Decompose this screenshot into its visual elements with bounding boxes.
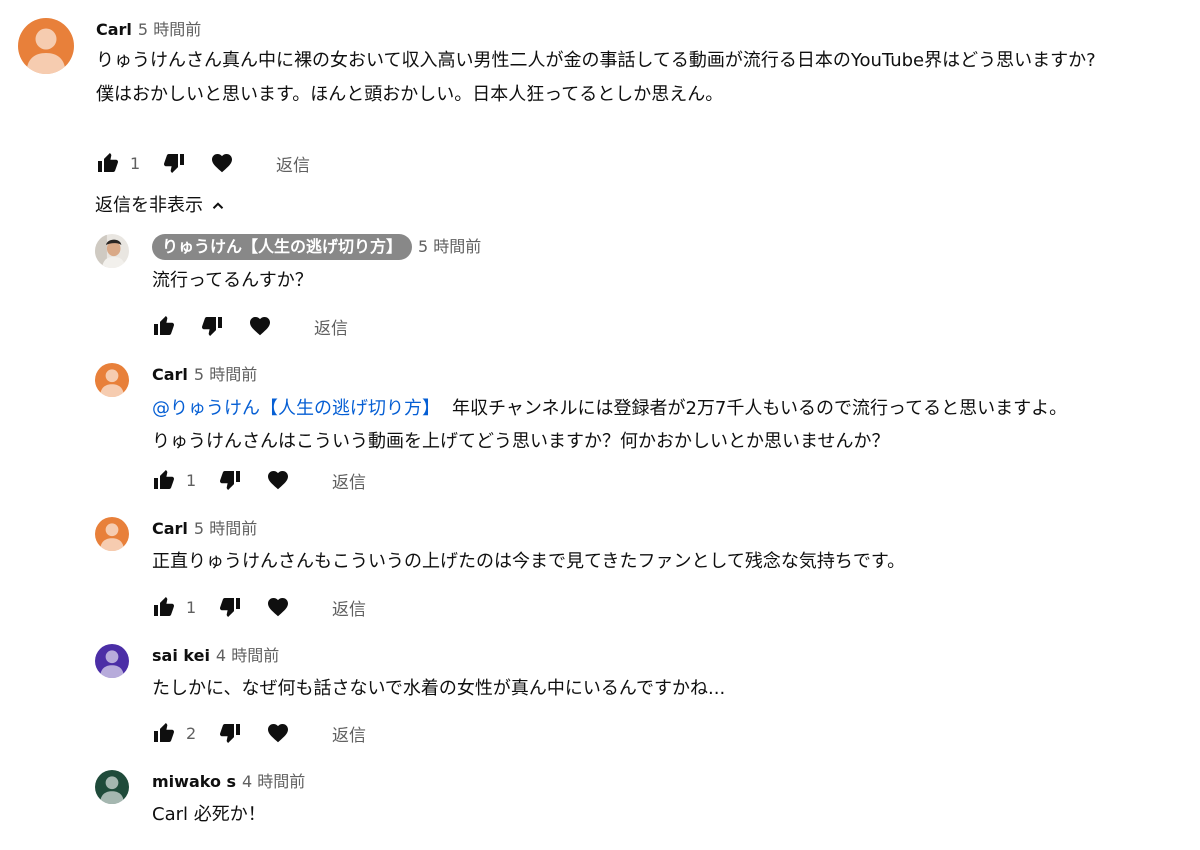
reply-header: miwako s 4 時間前 <box>152 772 305 792</box>
comment-line: たしかに、なぜ何も話さないで水着の女性が真ん中にいるんですかね... <box>152 678 726 699</box>
reply-actions: 返信 <box>152 313 348 339</box>
reply-actions: 1 返信 <box>152 467 366 493</box>
reply-button[interactable]: 返信 <box>314 314 348 339</box>
channel-owner-name[interactable]: りゅうけん【人生の逃げ切り方】 <box>152 234 413 260</box>
reply-header: りゅうけん【人生の逃げ切り方】 5 時間前 <box>152 234 481 260</box>
reply-header: Carl 5 時間前 <box>152 519 257 539</box>
chevron-up-icon <box>212 202 224 209</box>
comment-line: 流行ってるんすか？ <box>152 270 313 291</box>
comment-header: Carl 5 時間前 <box>96 20 201 40</box>
reply-button[interactable]: 返信 <box>332 721 366 746</box>
heart-icon[interactable] <box>266 595 290 619</box>
heart-icon[interactable] <box>210 151 234 175</box>
reply-text: @りゅうけん【人生の逃げ切り方】 年収チャンネルには登録者が2万7千人もいるので流… <box>152 392 1067 458</box>
mention-link[interactable]: @りゅうけん【人生の逃げ切り方】 <box>152 398 440 419</box>
avatar-ryuken[interactable] <box>95 234 129 268</box>
timestamp[interactable]: 5 時間前 <box>194 365 257 384</box>
comment-line: 僕はおかしいと思います。ほんと頭おかしい。日本人狂ってるとしか思えん。 <box>96 84 724 105</box>
like-icon[interactable] <box>152 595 176 619</box>
reply-button[interactable]: 返信 <box>332 468 366 493</box>
dislike-icon[interactable] <box>218 595 242 619</box>
comment-line: 正直りゅうけんさんもこういうの上げたのは今まで見てきたファンとして残念な気持ちで… <box>152 551 906 572</box>
like-count: 1 <box>186 597 197 617</box>
hide-replies-toggle[interactable]: 返信を非表示 <box>95 193 227 219</box>
comment-actions: 1 返信 <box>96 150 310 176</box>
dislike-icon[interactable] <box>200 314 224 338</box>
comment-line: Carl 必死か！ <box>152 804 266 825</box>
comment-text: りゅうけんさん真ん中に裸の女おいて収入高い男性二人が金の事話してる動画が流行る日… <box>96 45 1166 113</box>
dislike-icon[interactable] <box>218 468 242 492</box>
comment-line: りゅうけんさん真ん中に裸の女おいて収入高い男性二人が金の事話してる動画が流行る日… <box>96 50 1096 71</box>
heart-icon[interactable] <box>266 721 290 745</box>
timestamp[interactable]: 4 時間前 <box>216 646 279 665</box>
like-count: 2 <box>186 723 197 743</box>
comment-line-text: 年収チャンネルには登録者が2万7千人もいるので流行ってると思いますよ。 <box>452 398 1068 419</box>
heart-icon[interactable] <box>248 314 272 338</box>
reply-text: 流行ってるんすか？ <box>152 264 313 297</box>
reply-text: 正直りゅうけんさんもこういうの上げたのは今まで見てきたファンとして残念な気持ちで… <box>152 545 905 578</box>
user-avatar-icon <box>18 18 74 74</box>
timestamp[interactable]: 5 時間前 <box>418 237 481 256</box>
author-name[interactable]: Carl <box>96 20 132 39</box>
comment-line: @りゅうけん【人生の逃げ切り方】 年収チャンネルには登録者が2万7千人もいるので流… <box>152 392 1067 425</box>
reply-text: Carl 必死か！ <box>152 798 266 831</box>
like-icon[interactable] <box>152 468 176 492</box>
timestamp[interactable]: 5 時間前 <box>138 20 201 39</box>
author-name[interactable]: miwako s <box>152 772 236 791</box>
avatar-sai-kei[interactable] <box>95 644 129 678</box>
like-icon[interactable] <box>152 721 176 745</box>
reply-header: sai kei 4 時間前 <box>152 646 279 666</box>
reply-actions: 2 返信 <box>152 720 366 746</box>
user-avatar-icon <box>95 517 129 551</box>
heart-icon[interactable] <box>266 468 290 492</box>
timestamp[interactable]: 4 時間前 <box>242 772 305 791</box>
like-icon[interactable] <box>96 151 120 175</box>
dislike-icon[interactable] <box>162 151 186 175</box>
user-avatar-icon <box>95 363 129 397</box>
like-icon[interactable] <box>152 314 176 338</box>
user-avatar-icon <box>95 770 129 804</box>
like-count: 1 <box>186 470 197 490</box>
avatar-carl-top[interactable] <box>18 18 74 74</box>
user-avatar-icon <box>95 644 129 678</box>
avatar-miwako-s[interactable] <box>95 770 129 804</box>
avatar-carl[interactable] <box>95 363 129 397</box>
like-count: 1 <box>130 153 141 173</box>
reply-button[interactable]: 返信 <box>276 151 310 176</box>
avatar-carl[interactable] <box>95 517 129 551</box>
reply-text: たしかに、なぜ何も話さないで水着の女性が真ん中にいるんですかね... <box>152 672 725 705</box>
author-name[interactable]: sai kei <box>152 646 210 665</box>
timestamp[interactable]: 5 時間前 <box>194 519 257 538</box>
reply-actions: 1 返信 <box>152 594 366 620</box>
comment-line: りゅうけんさんはこういう動画を上げてどう思いますか？何かおかしいとか思いませんか… <box>152 431 890 452</box>
author-name[interactable]: Carl <box>152 365 188 384</box>
channel-owner-avatar-icon <box>95 234 129 268</box>
author-name[interactable]: Carl <box>152 519 188 538</box>
dislike-icon[interactable] <box>218 721 242 745</box>
reply-button[interactable]: 返信 <box>332 595 366 620</box>
reply-header: Carl 5 時間前 <box>152 365 257 385</box>
hide-replies-label: 返信を非表示 <box>95 195 203 216</box>
